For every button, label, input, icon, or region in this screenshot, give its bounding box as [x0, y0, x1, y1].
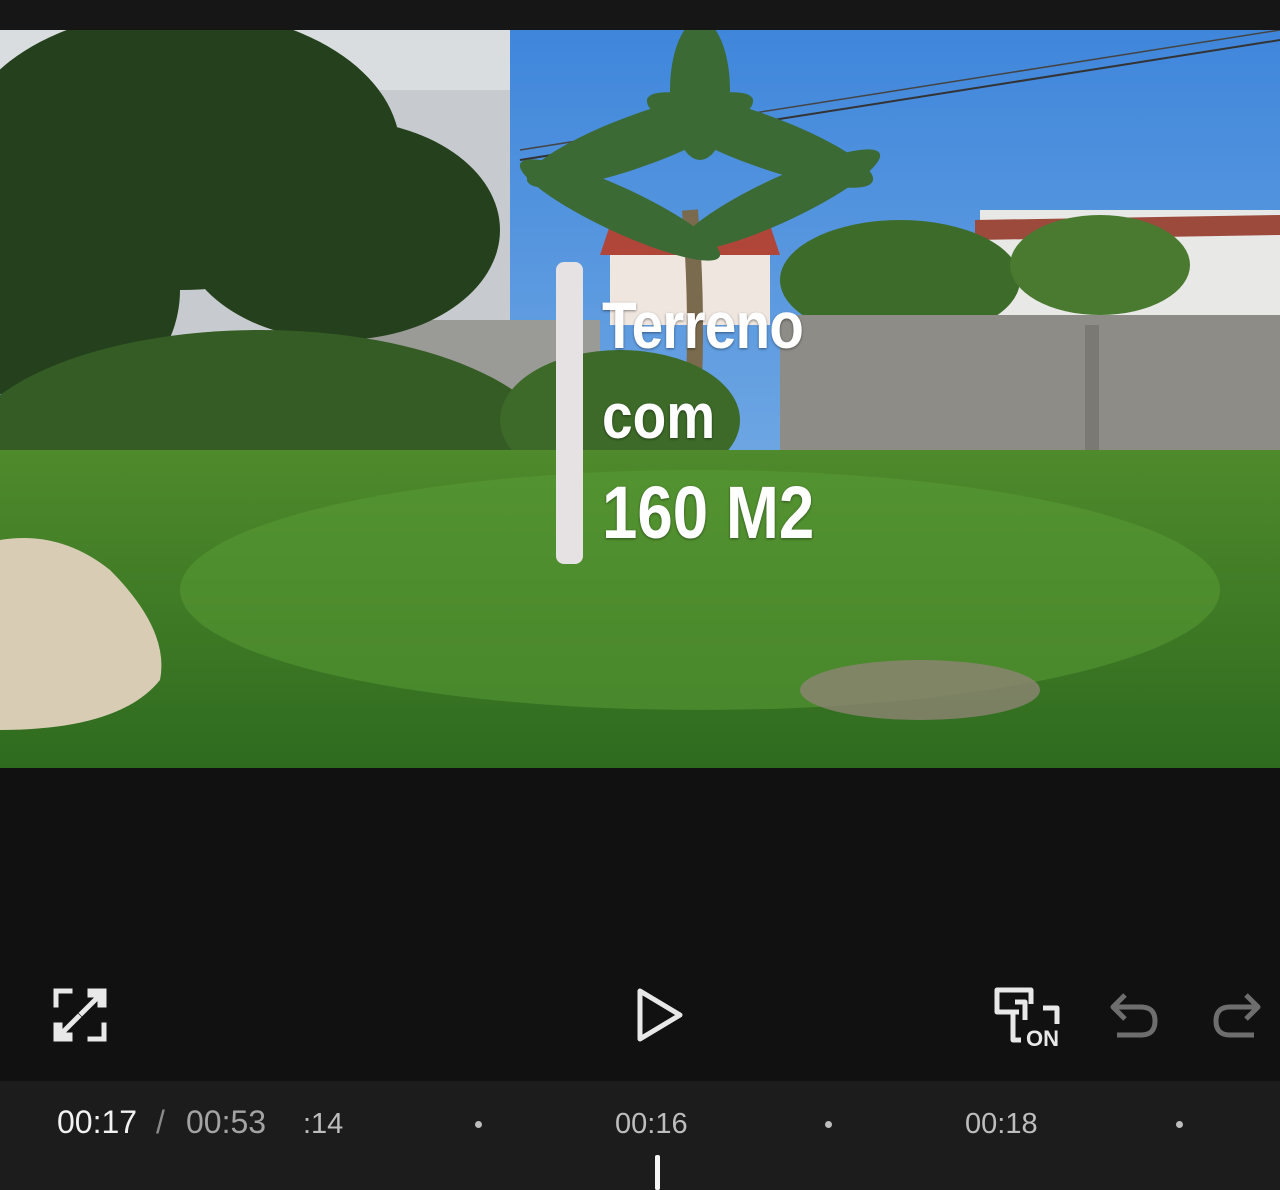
ruler-tick-dot — [1176, 1121, 1183, 1128]
current-time: 00:17 — [57, 1104, 138, 1140]
video-caption[interactable]: Terreno com 160 M2 — [602, 292, 849, 550]
caption-accent-bar — [556, 262, 583, 564]
time-separator: / — [156, 1104, 165, 1140]
redo-button[interactable] — [1200, 975, 1275, 1055]
total-duration: 00:53 — [186, 1104, 267, 1140]
undo-icon — [1110, 993, 1158, 1038]
undo-button[interactable] — [1095, 975, 1170, 1055]
ruler-time-label: 00:18 — [965, 1108, 1038, 1140]
play-icon — [637, 988, 683, 1042]
play-button[interactable] — [620, 975, 700, 1055]
caption-line: 160 M2 — [602, 471, 815, 554]
ruler-time-label: 00:16 — [615, 1108, 688, 1140]
caption-line: com — [602, 380, 716, 452]
ruler-tick-dot — [475, 1121, 482, 1128]
canvas-empty-area — [0, 768, 1280, 978]
timeline-playhead[interactable] — [655, 1155, 660, 1190]
fullscreen-button[interactable] — [40, 975, 120, 1055]
playback-toolbar — [0, 975, 1280, 1055]
ruler-tick-dot — [825, 1121, 832, 1128]
keyframe-state-label: ON — [1026, 1026, 1059, 1051]
fullscreen-expand-icon — [53, 988, 107, 1042]
top-status-strip — [0, 0, 1280, 30]
redo-icon — [1212, 993, 1260, 1038]
caption-line: Terreno — [602, 288, 804, 362]
ruler-time-label: :14 — [303, 1108, 344, 1140]
